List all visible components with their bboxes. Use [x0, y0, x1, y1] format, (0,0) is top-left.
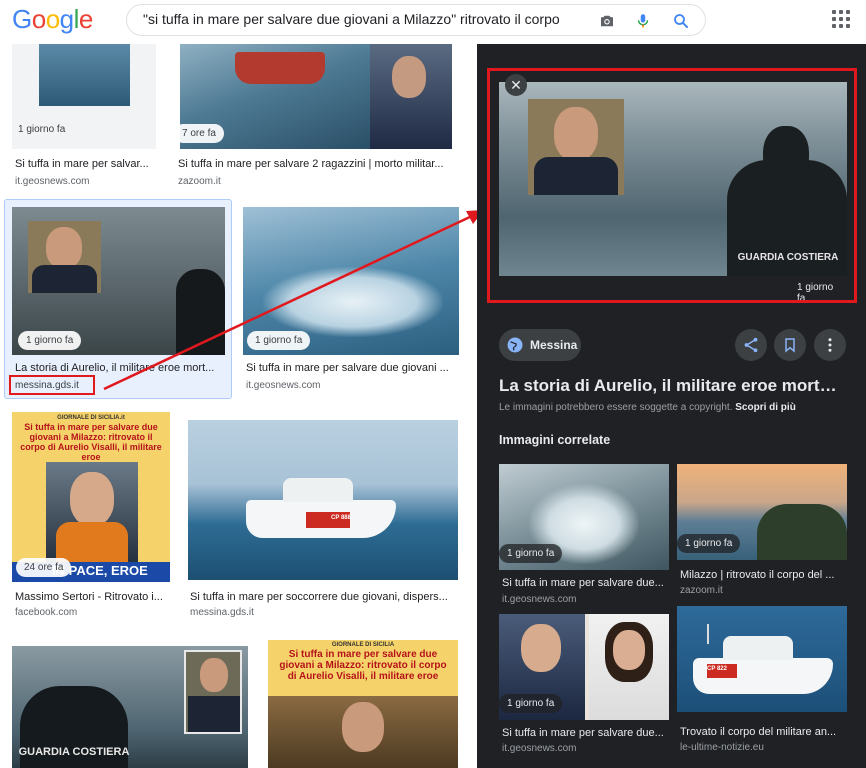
boat-cabin: [283, 478, 353, 502]
related-source: it.geosnews.com: [502, 594, 577, 605]
time-badge: 1 giorno fa: [499, 694, 563, 713]
preview-panel: GUARDIA COSTIERA 1 giorno fa ✕ Messina L…: [477, 44, 866, 768]
portrait-inset: [184, 650, 242, 734]
globe-icon: [507, 337, 523, 353]
camera-icon[interactable]: [598, 12, 616, 30]
search-icon[interactable]: [672, 12, 690, 30]
logo-letter: o: [45, 4, 60, 34]
time-badge: 24 ore fa: [16, 558, 72, 577]
result-title[interactable]: Massimo Sertori - Ritrovato i...: [15, 591, 167, 603]
related-title[interactable]: Milazzo | ritrovato il corpo del ...: [680, 569, 846, 581]
time-badge: 1 giorno fa: [677, 534, 741, 553]
related-image[interactable]: CP 822: [677, 606, 847, 712]
more-vert-icon: [828, 338, 832, 352]
news-headline: Si tuffa in mare per salvare due giovani…: [20, 422, 162, 462]
result-source: messina.gds.it: [190, 607, 254, 618]
result-image[interactable]: GIORNALE DI SICILIA Si tuffa in mare per…: [268, 640, 458, 768]
guard-silhouette: [176, 269, 225, 355]
site-chip-label: Messina: [530, 338, 578, 352]
logo-letter: e: [78, 4, 93, 34]
time-badge: 1 giorno fa: [18, 331, 82, 350]
boat-shape: [235, 52, 325, 84]
sea-photo: [39, 44, 130, 106]
bookmark-icon: [785, 338, 795, 353]
wave-shape: [263, 267, 443, 337]
copyright-note: Le immagini potrebbero essere soggette a…: [499, 402, 796, 413]
time-badge: 1 giorno fa: [18, 124, 66, 135]
share-button[interactable]: [735, 329, 767, 361]
result-image[interactable]: GUARDIA COSTIERA: [12, 646, 248, 768]
learn-more-link[interactable]: Scopri di più: [735, 402, 796, 413]
result-source: it.geosnews.com: [15, 176, 90, 187]
related-source: it.geosnews.com: [502, 743, 577, 754]
logo-letter: G: [12, 4, 32, 34]
mic-icon[interactable]: [634, 12, 652, 30]
related-image[interactable]: 1 giorno fa: [677, 464, 847, 560]
more-options-button[interactable]: [814, 329, 846, 361]
result-image[interactable]: CP 888: [188, 420, 458, 580]
news-kicker: GIORNALE DI SICILIA.it: [57, 415, 125, 421]
share-icon: [744, 337, 758, 353]
result-source: it.geosnews.com: [246, 380, 321, 391]
result-source: zazoom.it: [178, 176, 221, 187]
result-image[interactable]: 1 giorno fa: [12, 207, 225, 355]
related-image[interactable]: 1 giorno fa: [499, 464, 669, 570]
time-badge: 1 giorno fa: [247, 331, 311, 350]
source-highlight-box: [9, 375, 95, 395]
related-source: le-ultime-notizie.eu: [680, 742, 764, 753]
portrait-photo: [268, 696, 458, 768]
preview-title[interactable]: La storia di Aurelio, il militare eroe m…: [499, 376, 844, 396]
guardia-costiera-text: GUARDIA COSTIERA: [18, 746, 130, 758]
search-input[interactable]: [143, 11, 593, 27]
time-badge: 7 ore fa: [180, 124, 224, 143]
google-logo[interactable]: Google: [12, 4, 93, 35]
result-image[interactable]: 7 ore fa: [180, 44, 452, 149]
related-title[interactable]: Trovato il corpo del militare an...: [680, 726, 846, 738]
related-title[interactable]: Si tuffa in mare per salvare due...: [502, 577, 668, 589]
result-image[interactable]: GIORNALE DI SICILIA.it Si tuffa in mare …: [12, 412, 170, 582]
officer-face: [392, 56, 426, 98]
result-title[interactable]: Si tuffa in mare per salvar...: [15, 158, 155, 170]
related-heading: Immagini correlate: [499, 433, 611, 447]
portrait-photo: [46, 462, 138, 562]
time-badge: 1 giorno fa: [499, 544, 563, 563]
preview-highlight-box: [487, 68, 857, 303]
result-image[interactable]: 1 giorno fa: [243, 207, 459, 355]
related-title[interactable]: Si tuffa in mare per salvare due...: [502, 727, 668, 739]
search-box: [126, 4, 706, 36]
news-headline: Si tuffa in mare per salvare due giovani…: [279, 649, 447, 682]
logo-letter: o: [31, 4, 46, 34]
portrait-photo: [28, 221, 101, 293]
boat-code: CP 888: [331, 515, 351, 521]
result-title[interactable]: Si tuffa in mare per salvare due giovani…: [246, 362, 456, 374]
result-title[interactable]: Si tuffa in mare per salvare 2 ragazzini…: [178, 158, 450, 170]
copyright-text: Le immagini potrebbero essere soggette a…: [499, 402, 733, 413]
result-title[interactable]: Si tuffa in mare per soccorrere due giov…: [190, 591, 458, 603]
top-bar: Google: [0, 0, 866, 44]
related-source: zazoom.it: [680, 585, 723, 596]
result-image[interactable]: 1 giorno fa: [12, 44, 156, 149]
result-title[interactable]: La storia di Aurelio, il militare eroe m…: [15, 362, 220, 374]
site-chip[interactable]: Messina: [499, 329, 581, 361]
save-button[interactable]: [774, 329, 806, 361]
apps-grid-icon[interactable]: [832, 10, 850, 28]
logo-letter: g: [59, 4, 74, 34]
related-image[interactable]: 1 giorno fa: [499, 614, 669, 720]
news-kicker: GIORNALE DI SICILIA: [331, 642, 395, 648]
result-source: facebook.com: [15, 607, 78, 618]
boat-code: CP 822: [707, 666, 727, 672]
